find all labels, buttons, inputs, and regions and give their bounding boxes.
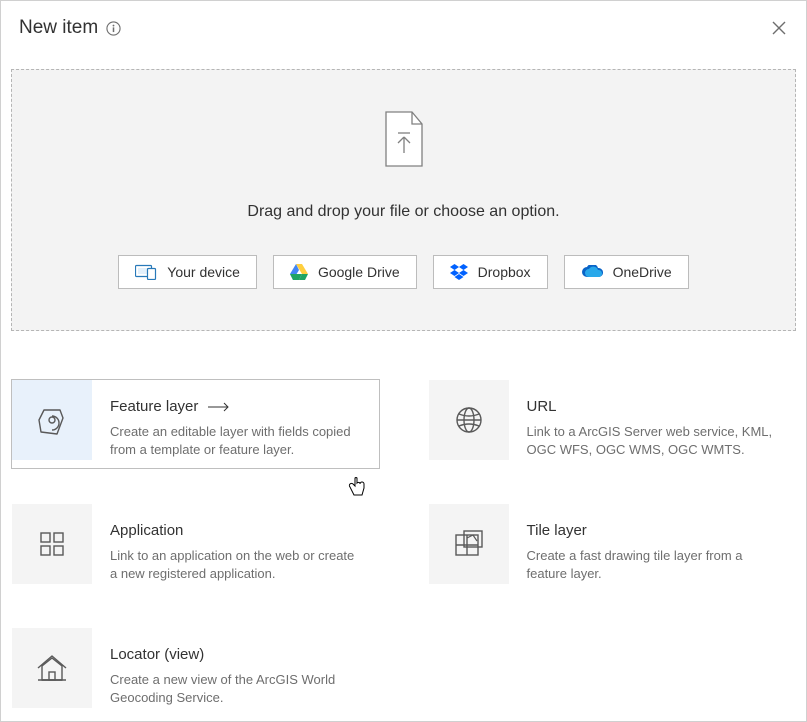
- dialog-title: New item: [19, 17, 98, 39]
- option-desc: Create an editable layer with fields cop…: [110, 423, 363, 459]
- feature-layer-icon: [12, 380, 92, 460]
- option-desc: Link to a ArcGIS Server web service, KML…: [527, 423, 780, 459]
- option-title: Locator (view): [110, 646, 204, 663]
- option-tile-layer[interactable]: Tile layer Create a fast drawing tile la…: [428, 503, 797, 593]
- option-title: Feature layer: [110, 398, 230, 415]
- upload-file-icon: [382, 111, 426, 167]
- option-title: Tile layer: [527, 522, 587, 539]
- option-feature-layer[interactable]: Feature layer Create an editable layer w…: [11, 379, 380, 469]
- option-text: Tile layer Create a fast drawing tile la…: [509, 504, 796, 583]
- option-locator-view[interactable]: Locator (view) Create a new view of the …: [11, 627, 380, 717]
- close-button[interactable]: [770, 19, 788, 37]
- option-desc: Create a fast drawing tile layer from a …: [527, 547, 780, 583]
- pointer-cursor-icon: [348, 476, 366, 498]
- file-dropzone[interactable]: Drag and drop your file or choose an opt…: [11, 69, 796, 331]
- google-drive-icon: [290, 264, 308, 280]
- your-device-button[interactable]: Your device: [118, 255, 257, 289]
- url-icon: [429, 380, 509, 460]
- option-text: Feature layer Create an editable layer w…: [92, 380, 379, 459]
- google-drive-button[interactable]: Google Drive: [273, 255, 417, 289]
- option-title: URL: [527, 398, 557, 415]
- option-text: URL Link to a ArcGIS Server web service,…: [509, 380, 796, 459]
- onedrive-icon: [581, 265, 603, 279]
- dialog-header: New item: [1, 1, 806, 53]
- option-desc: Create a new view of the ArcGIS World Ge…: [110, 671, 363, 707]
- source-label: OneDrive: [613, 264, 672, 280]
- arrow-right-icon: [208, 402, 230, 412]
- option-title: Application: [110, 522, 183, 539]
- option-url[interactable]: URL Link to a ArcGIS Server web service,…: [428, 379, 797, 469]
- source-label: Google Drive: [318, 264, 400, 280]
- info-icon[interactable]: [106, 21, 121, 36]
- application-icon: [12, 504, 92, 584]
- option-text: Locator (view) Create a new view of the …: [92, 628, 379, 707]
- dialog-body: Drag and drop your file or choose an opt…: [1, 69, 806, 717]
- tile-layer-icon: [429, 504, 509, 584]
- dropbox-icon: [450, 264, 468, 280]
- new-item-dialog: New item Drag and drop your file or choo…: [0, 0, 807, 722]
- source-label: Dropbox: [478, 264, 531, 280]
- option-text: Application Link to an application on th…: [92, 504, 379, 583]
- dropbox-button[interactable]: Dropbox: [433, 255, 548, 289]
- source-buttons: Your device Google Drive: [118, 255, 688, 289]
- option-desc: Link to an application on the web or cre…: [110, 547, 363, 583]
- source-label: Your device: [167, 264, 240, 280]
- option-application[interactable]: Application Link to an application on th…: [11, 503, 380, 593]
- onedrive-button[interactable]: OneDrive: [564, 255, 689, 289]
- item-type-options: Feature layer Create an editable layer w…: [11, 379, 796, 717]
- dropzone-text: Drag and drop your file or choose an opt…: [247, 203, 559, 221]
- device-icon: [135, 264, 157, 280]
- locator-icon: [12, 628, 92, 708]
